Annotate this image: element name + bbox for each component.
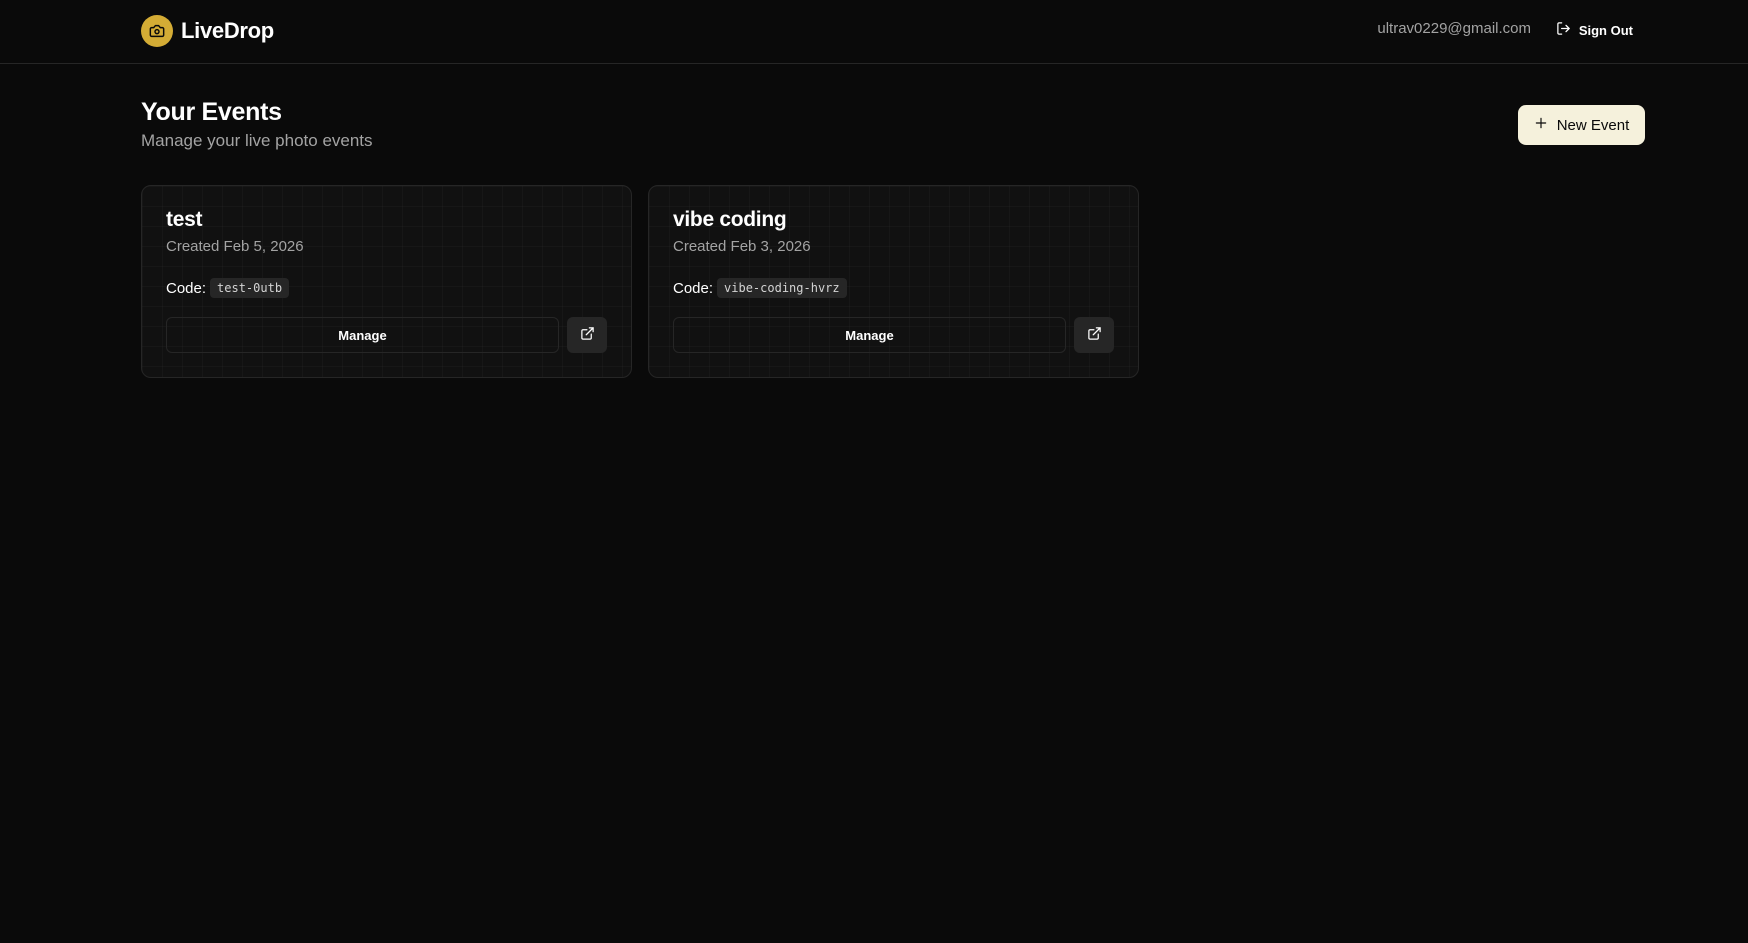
camera-icon (141, 14, 173, 47)
event-card: vibe coding Created Feb 3, 2026 Code: vi… (648, 185, 1139, 378)
plus-icon (1534, 116, 1548, 134)
event-code-row: Code: vibe-coding-hvrz (673, 278, 847, 298)
event-code: vibe-coding-hvrz (717, 278, 847, 298)
app-header: LiveDrop ultrav0229@gmail.com Sign Out (0, 0, 1748, 64)
event-card: test Created Feb 5, 2026 Code: test-0utb… (141, 185, 632, 378)
new-event-label: New Event (1556, 116, 1630, 134)
manage-event-button[interactable]: Manage (166, 317, 559, 353)
event-code-label: Code: (673, 279, 714, 297)
user-email: ultrav0229@gmail.com (1377, 20, 1531, 37)
event-code-label: Code: (166, 279, 207, 297)
event-code-row: Code: test-0utb (166, 278, 290, 298)
sign-out-label: Sign Out (1578, 22, 1633, 38)
page-subtitle: Manage your live photo events (141, 131, 373, 150)
sign-out-button[interactable]: Sign Out (1556, 18, 1633, 42)
log-out-icon (1556, 21, 1571, 39)
page-title: Your Events (141, 98, 282, 126)
external-link-icon (580, 326, 595, 344)
open-event-button[interactable] (1074, 317, 1114, 353)
brand-name: LiveDrop (181, 17, 274, 43)
event-name: vibe coding (673, 208, 787, 231)
event-created-date: Created Feb 3, 2026 (673, 238, 811, 255)
manage-event-button[interactable]: Manage (673, 317, 1066, 353)
brand[interactable]: LiveDrop (141, 14, 274, 47)
new-event-button[interactable]: New Event (1518, 105, 1645, 145)
event-code: test-0utb (210, 278, 290, 298)
external-link-icon (1087, 326, 1102, 344)
event-created-date: Created Feb 5, 2026 (166, 238, 304, 255)
event-name: test (166, 208, 203, 231)
open-event-button[interactable] (567, 317, 607, 353)
